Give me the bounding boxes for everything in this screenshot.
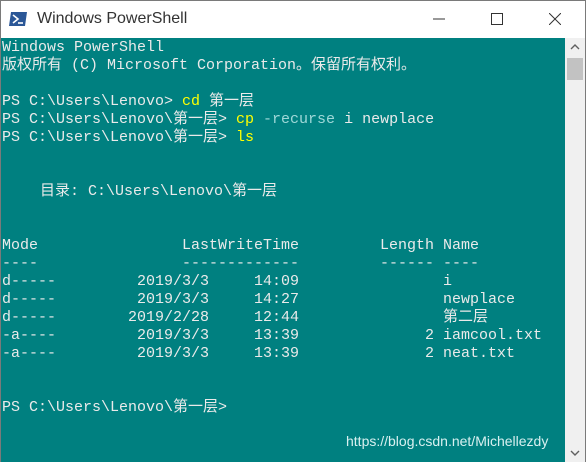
row-length: 2	[424, 345, 434, 362]
command-param: -recurse	[254, 111, 336, 128]
powershell-window: Windows PowerShell Windows PowerShell 版权…	[0, 0, 586, 462]
chevron-down-icon	[570, 450, 580, 456]
banner-line-1: Windows PowerShell	[2, 39, 165, 56]
powershell-icon	[8, 11, 28, 27]
scrollbar-thumb[interactable]	[567, 58, 583, 80]
prompt: PS C:\Users\Lenovo>	[2, 93, 183, 110]
command-cp: cp	[236, 111, 255, 128]
row-date: 2019/3/3	[136, 327, 209, 344]
maximize-button[interactable]	[469, 1, 527, 38]
close-button[interactable]	[527, 1, 585, 38]
underline-lastwritetime: -------------	[182, 255, 300, 272]
directory-label: 目录: C:\Users\Lenovo\第一层	[40, 183, 278, 200]
command-cd: cd	[182, 93, 201, 110]
underline-mode: ----	[2, 255, 39, 272]
close-icon	[549, 13, 561, 25]
command-line: PS C:\Users\Lenovo> cd 第一层	[2, 93, 254, 111]
minimize-button[interactable]	[411, 1, 469, 38]
header-length: Length	[380, 237, 435, 254]
header-lastwritetime: LastWriteTime	[182, 237, 300, 254]
row-mode: -a----	[2, 327, 57, 344]
row-date: 2019/3/3	[136, 273, 209, 290]
watermark-text: https://blog.csdn.net/Michellezdy	[346, 433, 549, 449]
command-line: PS C:\Users\Lenovo\第一层> ls	[2, 129, 254, 147]
minimize-icon	[433, 18, 445, 20]
maximize-icon	[491, 13, 503, 25]
banner-line-2: 版权所有 (C) Microsoft Corporation。保留所有权利。	[2, 57, 417, 74]
row-mode: d-----	[2, 291, 57, 308]
prompt: PS C:\Users\Lenovo\第一层>	[2, 111, 237, 128]
command-args: 第一层	[200, 93, 255, 110]
row-length: 2	[424, 327, 434, 344]
final-prompt: PS C:\Users\Lenovo\第一层>	[2, 399, 228, 416]
command-line: PS C:\Users\Lenovo\第一层> cp -recurse i ne…	[2, 111, 434, 129]
header-mode: Mode	[2, 237, 39, 254]
vertical-scrollbar[interactable]	[565, 38, 585, 462]
row-time: 13:39	[254, 327, 300, 344]
row-mode: d-----	[2, 273, 57, 290]
underline-length: ------	[380, 255, 435, 272]
row-name: newplace	[443, 291, 516, 308]
row-name: neat.txt	[443, 345, 516, 362]
row-time: 12:44	[254, 309, 300, 326]
window-title: Windows PowerShell	[37, 10, 188, 27]
command-args: i newplace	[335, 111, 435, 128]
row-time: 13:39	[254, 345, 300, 362]
row-time: 14:09	[254, 273, 300, 290]
row-name: iamcool.txt	[443, 327, 543, 344]
command-ls: ls	[236, 129, 255, 146]
scroll-down-button[interactable]	[565, 444, 585, 462]
row-mode: d-----	[2, 309, 57, 326]
scroll-up-button[interactable]	[565, 38, 585, 56]
title-bar[interactable]: Windows PowerShell	[1, 1, 585, 38]
console-output[interactable]: Windows PowerShell 版权所有 (C) Microsoft Co…	[1, 38, 565, 462]
row-name: i	[443, 273, 453, 290]
underline-name: ----	[443, 255, 480, 272]
row-mode: -a----	[2, 345, 57, 362]
row-date: 2019/3/3	[136, 291, 209, 308]
row-date: 2019/3/3	[136, 345, 209, 362]
row-date: 2019/2/28	[127, 309, 209, 326]
header-name: Name	[443, 237, 480, 254]
chevron-up-icon	[570, 44, 580, 50]
row-time: 14:27	[254, 291, 300, 308]
prompt: PS C:\Users\Lenovo\第一层>	[2, 129, 237, 146]
row-name: 第二层	[443, 309, 489, 326]
